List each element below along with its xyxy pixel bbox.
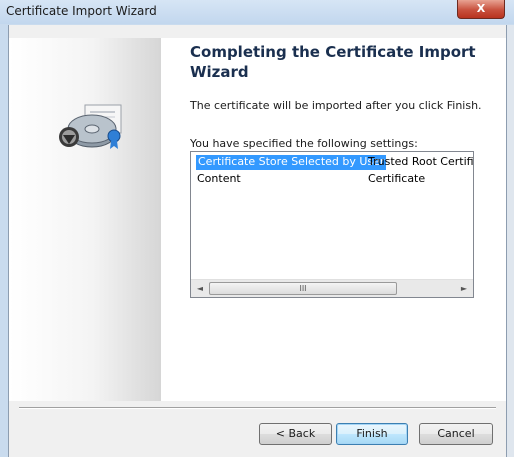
finish-button[interactable]: Finish xyxy=(336,423,408,445)
setting-name: Certificate Store Selected by User xyxy=(196,155,387,170)
horizontal-scrollbar[interactable]: ◄ III ► xyxy=(191,279,473,297)
window-title: Certificate Import Wizard xyxy=(6,4,157,18)
setting-value: Trusted Root Certifica xyxy=(368,155,473,168)
settings-label: You have specified the following setting… xyxy=(190,137,418,150)
setting-name: Content xyxy=(197,172,241,185)
certificate-import-icon xyxy=(59,104,122,149)
wizard-side-panel xyxy=(9,38,161,401)
settings-list[interactable]: Certificate Store Selected by User Trust… xyxy=(190,151,474,298)
settings-row-content[interactable]: Content Certificate xyxy=(191,171,473,188)
divider xyxy=(19,407,496,409)
title-bar[interactable]: Certificate Import Wizard X xyxy=(0,0,514,24)
background-window-edge xyxy=(507,25,514,457)
back-button[interactable]: < Back xyxy=(259,423,332,445)
scroll-left-icon[interactable]: ◄ xyxy=(193,282,207,295)
page-title: Completing the Certificate Import Wizard xyxy=(190,43,476,81)
scroll-right-icon[interactable]: ► xyxy=(457,282,471,295)
wizard-content: Completing the Certificate Import Wizard… xyxy=(161,38,506,401)
close-button[interactable]: X xyxy=(457,0,505,19)
close-icon: X xyxy=(476,2,486,15)
scrollbar-thumb[interactable]: III xyxy=(209,282,397,295)
description-text: The certificate will be imported after y… xyxy=(190,99,482,112)
cancel-button[interactable]: Cancel xyxy=(419,423,493,445)
wizard-window: Certificate Import Wizard X Completing t… xyxy=(0,0,514,457)
setting-value: Certificate xyxy=(368,172,426,185)
settings-row-store[interactable]: Certificate Store Selected by User Trust… xyxy=(191,154,473,171)
grip-icon: III xyxy=(299,284,307,293)
wizard-body: Completing the Certificate Import Wizard… xyxy=(8,25,507,457)
